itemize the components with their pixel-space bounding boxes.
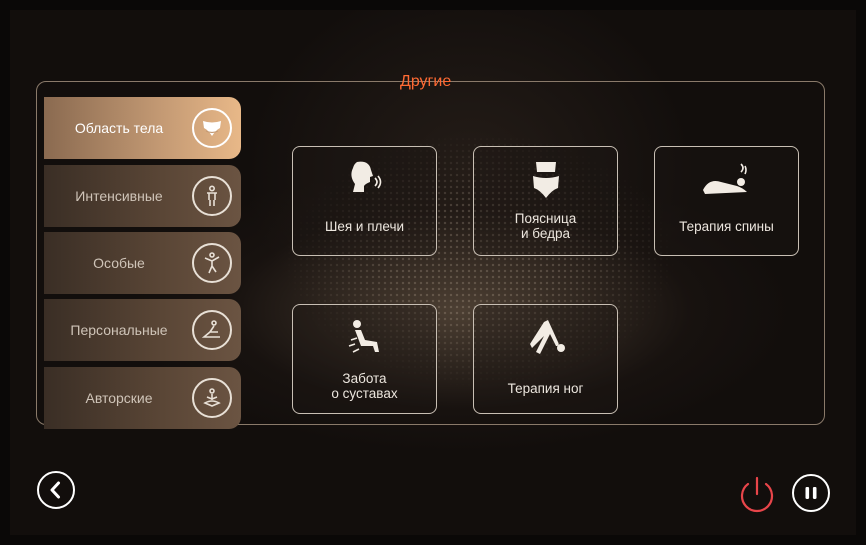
sidebar-item-author[interactable]: Авторские bbox=[44, 367, 241, 429]
back-button[interactable] bbox=[37, 471, 75, 509]
lower-back-hips-icon bbox=[474, 157, 617, 203]
power-icon bbox=[740, 476, 774, 513]
program-label: Терапия спины bbox=[679, 219, 774, 234]
sidebar-item-intensive[interactable]: Интенсивные bbox=[44, 165, 241, 227]
neck-shoulders-icon bbox=[293, 157, 436, 203]
program-label-text: Поясница и бедра bbox=[514, 211, 577, 241]
body-area-icon bbox=[192, 108, 232, 148]
sidebar-item-label: Интенсивные bbox=[75, 188, 163, 204]
pause-button[interactable] bbox=[792, 474, 830, 512]
program-label: Шея и плечи bbox=[324, 219, 405, 234]
intensive-figure-icon bbox=[192, 176, 232, 216]
program-joint-care[interactable]: Забота о суставах bbox=[292, 304, 437, 414]
author-meditation-icon bbox=[192, 378, 232, 418]
program-label: Поясница и бедра bbox=[474, 211, 617, 241]
sidebar-item-personal[interactable]: Персональные bbox=[44, 299, 241, 361]
program-back-therapy[interactable]: Терапия спины bbox=[654, 146, 799, 256]
sidebar-item-label: Область тела bbox=[74, 120, 164, 136]
sidebar-item-label: Авторские bbox=[85, 390, 153, 406]
personal-yoga-icon bbox=[192, 310, 232, 350]
program-label: Терапия ног bbox=[507, 381, 584, 396]
sidebar-item-body-area[interactable]: Область тела bbox=[44, 97, 241, 159]
chevron-left-icon bbox=[50, 481, 60, 499]
sidebar-item-label: Персональные bbox=[70, 322, 168, 338]
program-leg-therapy[interactable]: Терапия ног bbox=[473, 304, 618, 414]
sidebar-item-special[interactable]: Особые bbox=[44, 232, 241, 294]
section-title: Другие bbox=[400, 73, 452, 90]
special-figure-icon bbox=[192, 243, 232, 283]
program-neck-shoulders[interactable]: Шея и плечи bbox=[292, 146, 437, 256]
power-button[interactable] bbox=[735, 474, 779, 518]
back-therapy-icon bbox=[655, 157, 798, 203]
leg-therapy-icon bbox=[474, 315, 617, 361]
program-label: Забота о суставах bbox=[293, 371, 436, 401]
joint-care-icon bbox=[293, 315, 436, 361]
program-lower-back-hips[interactable]: Поясница и бедра bbox=[473, 146, 618, 256]
program-label-text: Забота о суставах bbox=[331, 371, 398, 401]
sidebar-item-label: Особые bbox=[93, 255, 145, 271]
pause-icon bbox=[805, 487, 817, 499]
